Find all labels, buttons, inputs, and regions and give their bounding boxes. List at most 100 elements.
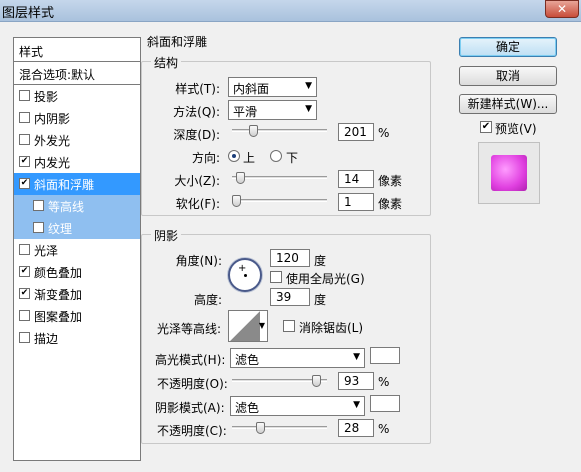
style-item[interactable]: 光泽: [14, 239, 140, 261]
preview-checkbox[interactable]: ✔: [480, 121, 492, 133]
style-item[interactable]: 内阴影: [14, 107, 140, 129]
style-item-checkbox[interactable]: [33, 222, 44, 233]
highlight-mode-select[interactable]: 滤色 ▼: [230, 348, 365, 368]
structure-title: 结构: [151, 54, 182, 71]
highlight-color-swatch[interactable]: [370, 347, 400, 364]
style-item[interactable]: ✔ 内发光: [14, 151, 140, 173]
preview-swatch: [491, 155, 527, 191]
style-item-checkbox[interactable]: [19, 90, 30, 101]
style-item[interactable]: ✔ 渐变叠加: [14, 283, 140, 305]
angle-unit: 度: [314, 254, 327, 268]
style-item-label: 内发光: [34, 156, 71, 170]
style-item[interactable]: 描边: [14, 327, 140, 349]
shadow-mode-label: 阴影模式(A):: [155, 401, 225, 415]
chevron-down-icon: ▼: [258, 321, 265, 330]
style-item-label: 斜面和浮雕: [34, 178, 95, 192]
style-item-checkbox[interactable]: ✔: [19, 266, 30, 277]
soften-input[interactable]: 1: [338, 193, 374, 211]
shadow-opacity-thumb[interactable]: [256, 422, 266, 434]
depth-slider-thumb[interactable]: [249, 125, 259, 137]
direction-label: 方向:: [191, 151, 220, 165]
style-item-checkbox[interactable]: ✔: [19, 288, 30, 299]
size-input[interactable]: 14: [338, 170, 374, 188]
style-item-label: 光泽: [34, 244, 59, 258]
highlight-opacity-thumb[interactable]: [311, 375, 321, 387]
shadow-opacity-label: 不透明度(C):: [157, 424, 227, 438]
size-slider-thumb[interactable]: [236, 172, 246, 184]
global-light-checkbox[interactable]: [270, 271, 282, 283]
chevron-down-icon: ▼: [353, 352, 360, 362]
highlight-opacity-unit: %: [378, 375, 390, 389]
highlight-mode-value: 滤色: [235, 353, 260, 367]
shadow-mode-value: 滤色: [235, 401, 260, 415]
direction-down-radio[interactable]: [270, 150, 282, 162]
soften-unit: 像素: [378, 197, 403, 211]
gloss-contour-picker[interactable]: ▼: [228, 310, 268, 342]
ok-button[interactable]: 确定: [459, 37, 557, 57]
angle-input[interactable]: 120: [270, 249, 310, 267]
new-style-button[interactable]: 新建样式(W)...: [459, 94, 557, 114]
technique-select[interactable]: 平滑 ▼: [228, 100, 317, 120]
style-item[interactable]: 外发光: [14, 129, 140, 151]
shadow-mode-select[interactable]: 滤色 ▼: [230, 396, 365, 416]
shadow-opacity-input[interactable]: 28: [338, 419, 374, 437]
angle-label: 角度(N):: [175, 254, 222, 268]
style-item-checkbox[interactable]: [19, 332, 30, 343]
direction-down-label: 下: [286, 151, 299, 165]
soften-slider-thumb[interactable]: [232, 195, 241, 207]
style-label: 样式(T):: [175, 82, 220, 96]
preview-label: 预览(V): [495, 122, 537, 136]
style-item-checkbox[interactable]: ✔: [19, 156, 30, 167]
direction-up-radio[interactable]: [228, 150, 240, 162]
anti-aliased-checkbox[interactable]: [283, 320, 295, 332]
style-item[interactable]: 图案叠加: [14, 305, 140, 327]
style-item-checkbox[interactable]: [19, 244, 30, 255]
style-item-label: 投影: [34, 90, 59, 104]
highlight-mode-label: 高光模式(H):: [155, 353, 226, 367]
soften-label: 软化(F):: [175, 197, 220, 211]
styles-list: 样式 混合选项:默认 投影内阴影 外发光 ✔ 内发光 ✔ 斜面和浮雕等高线纹理光泽 ✔ 颜色叠…: [13, 37, 141, 461]
highlight-opacity-label: 不透明度(O):: [157, 377, 228, 391]
preview-box: [478, 142, 540, 204]
style-item[interactable]: ✔ 斜面和浮雕: [14, 173, 140, 195]
close-button[interactable]: ✕: [545, 0, 579, 18]
style-item[interactable]: 投影: [14, 85, 140, 107]
shadow-opacity-track[interactable]: [232, 426, 327, 429]
style-item-checkbox[interactable]: ✔: [19, 178, 30, 189]
depth-slider-track[interactable]: [232, 129, 327, 132]
depth-label: 深度(D):: [173, 128, 220, 142]
blending-options-item[interactable]: 混合选项:默认: [14, 62, 140, 85]
style-item-checkbox[interactable]: [19, 134, 30, 145]
style-item[interactable]: 等高线: [14, 195, 140, 217]
angle-crosshair-icon: +: [238, 263, 247, 274]
altitude-input[interactable]: 39: [270, 288, 310, 306]
title-bar: 图层样式 ✕: [0, 0, 581, 22]
bevel-section-title: 斜面和浮雕: [144, 33, 211, 50]
styles-header[interactable]: 样式: [14, 38, 140, 62]
gloss-contour-label: 光泽等高线:: [157, 322, 222, 336]
style-item-checkbox[interactable]: [19, 310, 30, 321]
style-item[interactable]: 纹理: [14, 217, 140, 239]
layer-style-dialog: 图层样式 ✕ 样式 混合选项:默认 投影内阴影 外发光 ✔ 内发光 ✔ 斜面和浮雕等高线纹…: [0, 0, 581, 472]
direction-up-label: 上: [243, 151, 256, 165]
cancel-button[interactable]: 取消: [459, 66, 557, 86]
style-item-label: 等高线: [48, 200, 85, 214]
chevron-down-icon: ▼: [305, 81, 312, 91]
soften-slider-track[interactable]: [232, 199, 327, 202]
angle-dial[interactable]: +: [228, 258, 262, 292]
highlight-opacity-input[interactable]: 93: [338, 372, 374, 390]
style-item[interactable]: ✔ 颜色叠加: [14, 261, 140, 283]
check-icon: ✔: [481, 121, 491, 132]
style-item-label: 渐变叠加: [34, 288, 83, 302]
style-item-checkbox[interactable]: [19, 112, 30, 123]
size-unit: 像素: [378, 174, 403, 188]
style-select[interactable]: 内斜面 ▼: [228, 77, 317, 97]
size-label: 大小(Z):: [174, 174, 220, 188]
depth-unit: %: [378, 126, 390, 140]
shadow-color-swatch[interactable]: [370, 395, 400, 412]
size-slider-track[interactable]: [232, 176, 327, 179]
altitude-unit: 度: [314, 293, 327, 307]
anti-aliased-label: 消除锯齿(L): [299, 321, 364, 335]
depth-input[interactable]: 201: [338, 123, 374, 141]
style-item-checkbox[interactable]: [33, 200, 44, 211]
